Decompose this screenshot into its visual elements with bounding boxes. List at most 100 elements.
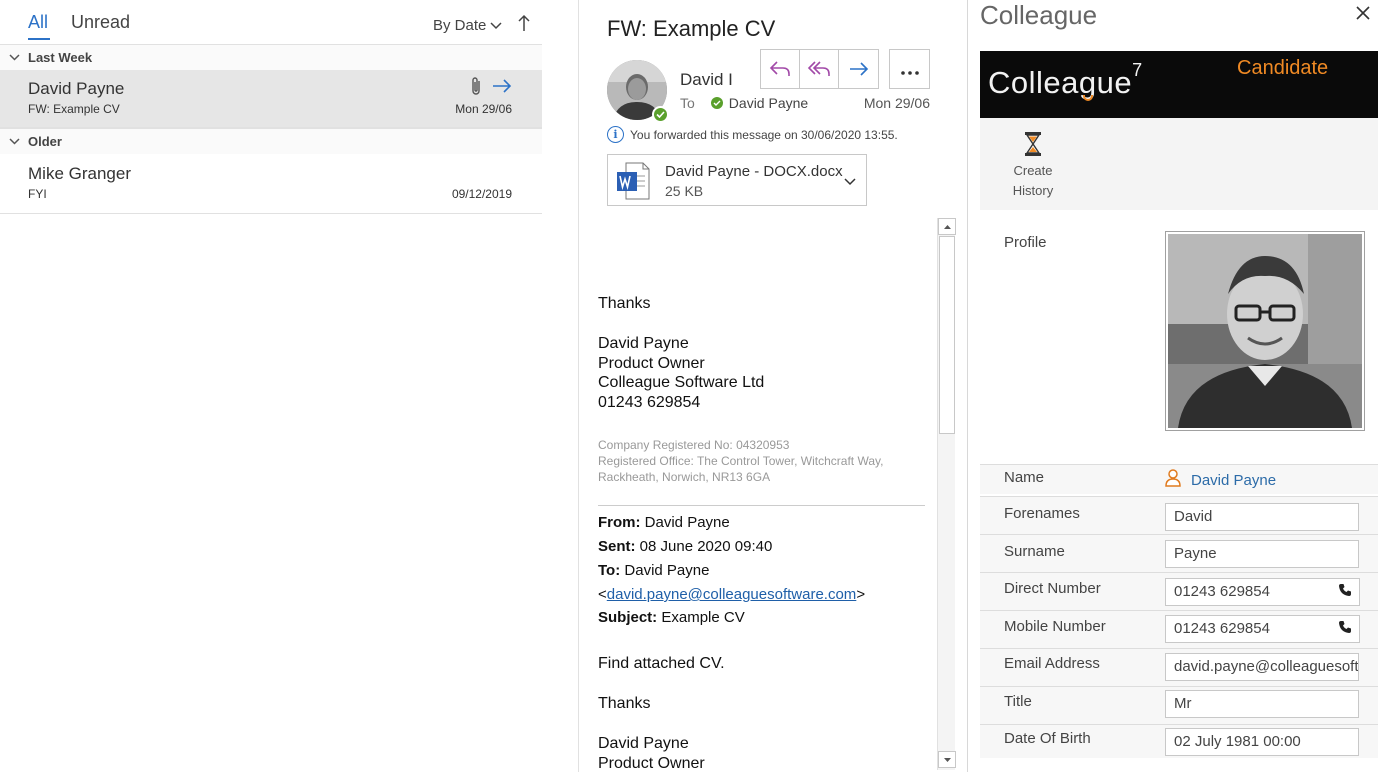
scroll-thumb[interactable] xyxy=(939,236,955,434)
signature-line: Product Owner xyxy=(598,355,705,372)
recipient-name[interactable]: David Payne xyxy=(729,95,808,111)
reply-button[interactable] xyxy=(761,50,800,88)
mobile-number-input[interactable]: 01243 629854 xyxy=(1165,615,1332,643)
chevron-down-icon[interactable] xyxy=(844,173,856,191)
forwarded-sent: Sent: 08 June 2020 09:40 xyxy=(598,538,772,555)
sort-dropdown[interactable]: By Date xyxy=(433,17,502,34)
forward-info-text: You forwarded this message on 30/06/2020… xyxy=(630,127,898,142)
field-row-direct-number: Direct Number 01243 629854 xyxy=(980,572,1378,610)
to-value: David Payne xyxy=(624,562,710,579)
message-status-icons xyxy=(470,76,512,101)
forward-button[interactable] xyxy=(839,50,878,88)
create-history-label-1: Create xyxy=(1013,163,1053,178)
forwarded-arrow-icon xyxy=(492,79,512,98)
forwarded-email: <david.payne@colleaguesoftware.com> xyxy=(598,586,865,603)
ellipsis-icon xyxy=(900,59,920,80)
to-label: To xyxy=(680,95,695,111)
scroll-up-button[interactable] xyxy=(938,218,956,235)
field-row-surname: Surname Payne xyxy=(980,534,1378,572)
message-item-david-payne[interactable]: David Payne FW: Example CV Mon 29/06 xyxy=(0,70,542,128)
disclaimer-line: Registered Office: The Control Tower, Wi… xyxy=(598,454,884,468)
surname-input[interactable]: Payne xyxy=(1165,540,1359,568)
body-scrollbar[interactable] xyxy=(937,218,956,770)
chevron-down-icon xyxy=(6,136,22,148)
candidate-name: David Payne xyxy=(1191,471,1277,489)
create-history-button[interactable]: Create History xyxy=(1002,132,1064,201)
chevron-down-icon xyxy=(6,52,22,64)
title-input[interactable]: Mr xyxy=(1165,690,1359,718)
message-date: 09/12/2019 xyxy=(451,187,512,201)
message-item-mike-granger[interactable]: Mike Granger FYI 09/12/2019 xyxy=(0,154,542,214)
message-date: Mon 29/06 xyxy=(455,102,512,116)
field-label: Title xyxy=(1004,693,1032,710)
field-row-email: Email Address david.payne@colleaguesoftw… xyxy=(980,648,1378,686)
field-label: Mobile Number xyxy=(1004,618,1106,635)
signature-line: Product Owner xyxy=(598,755,705,772)
sender-name[interactable]: David I xyxy=(680,70,733,90)
attachment-card[interactable]: David Payne - DOCX.docx 25 KB xyxy=(607,154,867,206)
profile-label: Profile xyxy=(1004,234,1047,251)
attachment-size: 25 KB xyxy=(665,183,704,199)
recipient-line: To David Payne xyxy=(680,95,808,111)
field-row-mobile-number: Mobile Number 01243 629854 xyxy=(980,610,1378,648)
reply-all-button[interactable] xyxy=(800,50,839,88)
body-thanks: Thanks xyxy=(598,295,651,312)
outlook-window: All Unread By Date Last Week David Payne… xyxy=(0,0,1378,772)
signature-line: David Payne xyxy=(598,335,689,352)
field-row-name: Name David Payne xyxy=(980,464,1378,494)
record-type-label: Candidate xyxy=(1237,57,1329,79)
field-label: Surname xyxy=(1004,543,1065,560)
forwarded-from: From: David Payne xyxy=(598,514,730,531)
message-subject: FYI xyxy=(28,187,47,201)
forward-info-bar: i You forwarded this message on 30/06/20… xyxy=(607,126,898,143)
group-header-last-week[interactable]: Last Week xyxy=(0,44,542,70)
forwarded-to: To: David Payne xyxy=(598,562,709,579)
direct-number-input[interactable]: 01243 629854 xyxy=(1165,578,1332,606)
call-mobile-button[interactable] xyxy=(1331,615,1360,643)
addin-title: Colleague xyxy=(980,0,1098,30)
scroll-down-button[interactable] xyxy=(938,751,956,768)
sent-value: 08 June 2020 09:40 xyxy=(639,538,773,555)
email-address-input[interactable]: david.payne@colleaguesoftware.com xyxy=(1165,653,1359,681)
sent-label: Sent: xyxy=(598,538,636,555)
subject-value: Example CV xyxy=(661,609,745,626)
field-label: Direct Number xyxy=(1004,580,1101,597)
addin-toolbar: Create History xyxy=(980,118,1378,210)
date-of-birth-input[interactable]: 02 July 1981 00:00 xyxy=(1165,728,1359,756)
colleague-addin-pane: Colleague Colleague7 Candidate Create Hi… xyxy=(967,0,1378,772)
from-label: From: xyxy=(598,514,641,531)
info-icon: i xyxy=(607,126,624,143)
profile-photo[interactable] xyxy=(1165,231,1365,431)
field-label: Email Address xyxy=(1004,655,1100,672)
message-body: Thanks David Payne Product Owner Colleag… xyxy=(579,218,937,772)
signature-line: 01243 629854 xyxy=(598,394,701,411)
message-subject: FW: Example CV xyxy=(28,102,120,116)
email-link[interactable]: david.payne@colleaguesoftware.com xyxy=(607,586,857,603)
email-close: > xyxy=(856,586,866,603)
message-sender: David Payne xyxy=(28,79,125,98)
colleague-logo: Colleague7 xyxy=(988,59,1143,100)
group-header-older[interactable]: Older xyxy=(0,128,542,154)
tab-all[interactable]: All xyxy=(28,12,48,33)
close-icon[interactable] xyxy=(1356,3,1370,26)
sort-direction-icon[interactable] xyxy=(518,14,530,37)
tab-all-underline xyxy=(28,38,50,40)
word-document-icon xyxy=(616,162,650,200)
attachment-name: David Payne - DOCX.docx xyxy=(665,163,843,180)
more-actions-button[interactable] xyxy=(889,49,930,89)
presence-available-icon xyxy=(710,97,723,109)
create-history-label-2: History xyxy=(1012,183,1054,198)
signature-line: David Payne xyxy=(598,735,689,752)
disclaimer-line: Rackheath, Norwich, NR13 6GA xyxy=(598,470,771,484)
field-label: Date Of Birth xyxy=(1004,730,1091,747)
tab-unread[interactable]: Unread xyxy=(71,12,130,33)
candidate-name-link[interactable]: David Payne xyxy=(1165,469,1276,491)
person-icon xyxy=(1165,469,1181,491)
call-direct-button[interactable] xyxy=(1331,578,1360,606)
forenames-input[interactable]: David xyxy=(1165,503,1359,531)
group-label: Older xyxy=(28,134,62,149)
reading-pane: FW: Example CV David I To David Payne Mo… xyxy=(578,0,956,772)
group-label: Last Week xyxy=(28,50,93,65)
field-label: Name xyxy=(1004,469,1045,486)
disclaimer-line: Company Registered No: 04320953 xyxy=(598,438,790,452)
